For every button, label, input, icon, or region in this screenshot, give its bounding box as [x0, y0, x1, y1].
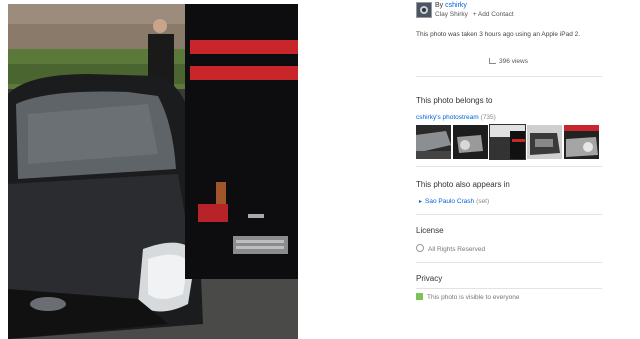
- belongs-heading: This photo belongs to: [416, 96, 493, 105]
- car-crash-photo: [8, 4, 298, 339]
- license-value[interactable]: All Rights Reserved: [428, 246, 485, 253]
- views-count: 396 views: [416, 58, 601, 65]
- views-label: 396 views: [499, 58, 528, 65]
- thumbnail-current[interactable]: [489, 124, 526, 160]
- appears-heading: This photo also appears in: [416, 180, 510, 189]
- photo-description: This photo was taken 3 hours ago using a…: [416, 31, 581, 38]
- by-prefix: By: [435, 2, 444, 9]
- thumbnail[interactable]: [527, 125, 562, 159]
- owner-username-link[interactable]: cshirky: [445, 2, 467, 9]
- owner-realname-row: Clay Shirky + Add Contact: [435, 11, 514, 18]
- owner-byline: By cshirky: [435, 2, 467, 9]
- buddy-icon[interactable]: [416, 2, 432, 18]
- thumbnail[interactable]: [564, 125, 599, 159]
- copyright-icon: [416, 244, 424, 252]
- photostream-count: (735): [480, 114, 496, 121]
- set-row: ▸ Sao Paulo Crash (set): [419, 198, 489, 205]
- stats-icon: [489, 58, 497, 64]
- divider: [416, 76, 602, 77]
- triangle-right-icon[interactable]: ▸: [419, 199, 422, 205]
- privacy-row: This photo is visible to everyone: [416, 293, 520, 301]
- thumbnail[interactable]: [416, 125, 451, 159]
- photostream-thumbnails: [416, 124, 602, 160]
- privacy-public-icon: [416, 293, 423, 300]
- license-heading: License: [416, 226, 444, 235]
- owner-real-name: Clay Shirky: [435, 11, 468, 18]
- photostream-row: cshirky's photostream (735): [416, 114, 496, 121]
- divider: [416, 166, 602, 167]
- license-row: All Rights Reserved: [416, 244, 485, 253]
- main-photo[interactable]: [8, 4, 298, 339]
- add-contact-link[interactable]: + Add Contact: [473, 11, 514, 18]
- divider: [416, 214, 602, 215]
- privacy-heading: Privacy: [416, 274, 443, 283]
- photostream-link[interactable]: cshirky's photostream: [416, 114, 479, 121]
- privacy-value: This photo is visible to everyone: [427, 294, 520, 301]
- divider: [416, 288, 602, 289]
- set-kind: (set): [476, 198, 490, 205]
- owner-block: By cshirky Clay Shirky + Add Contact: [416, 2, 606, 22]
- thumbnail[interactable]: [453, 125, 488, 159]
- divider: [416, 262, 602, 263]
- set-link[interactable]: Sao Paulo Crash: [425, 198, 474, 205]
